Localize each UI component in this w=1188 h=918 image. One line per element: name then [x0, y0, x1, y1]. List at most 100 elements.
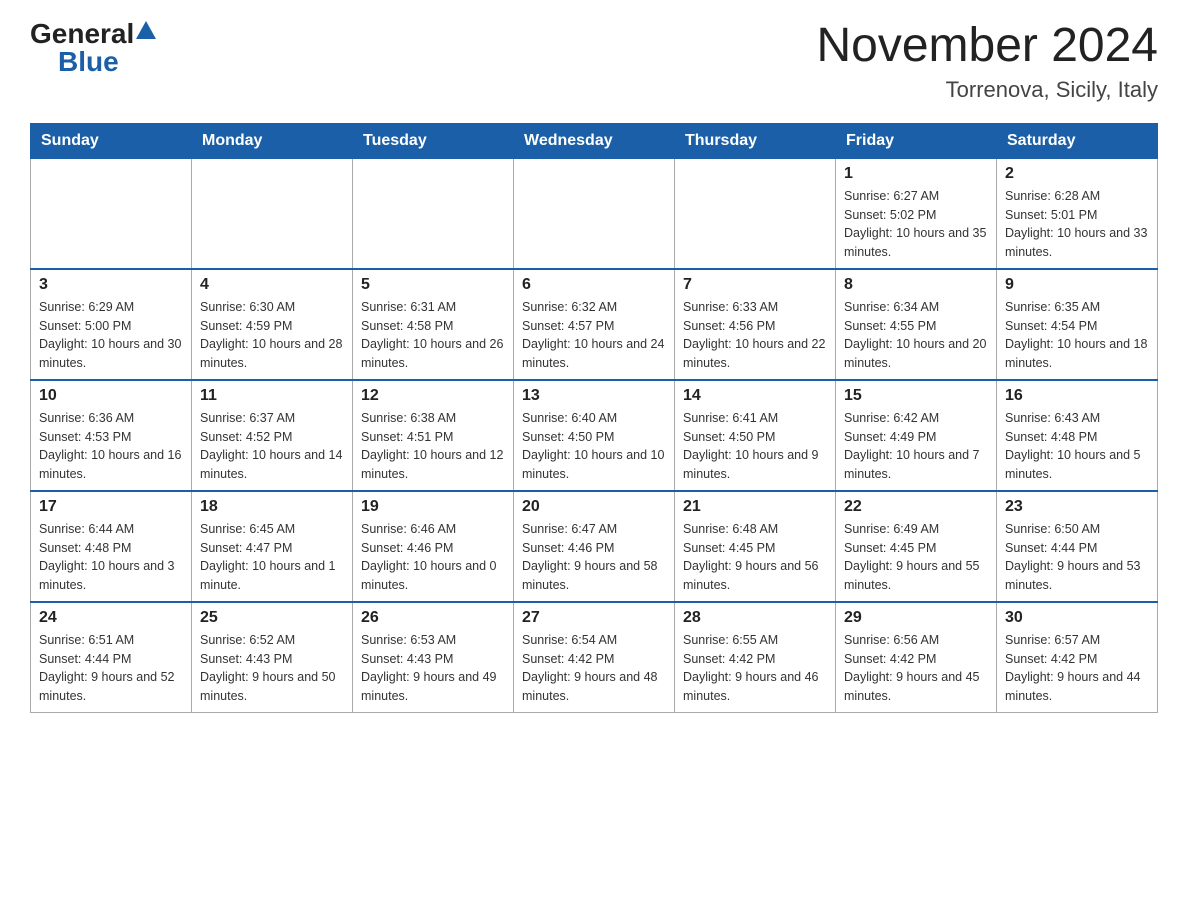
logo: General Blue	[30, 20, 156, 76]
location: Torrenova, Sicily, Italy	[816, 77, 1158, 103]
day-info: Sunrise: 6:27 AM Sunset: 5:02 PM Dayligh…	[844, 187, 988, 262]
day-info: Sunrise: 6:56 AM Sunset: 4:42 PM Dayligh…	[844, 631, 988, 706]
calendar-cell: 7 Sunrise: 6:33 AM Sunset: 4:56 PM Daylig…	[675, 269, 836, 380]
calendar-cell	[31, 158, 192, 269]
day-info: Sunrise: 6:51 AM Sunset: 4:44 PM Dayligh…	[39, 631, 183, 706]
col-header-monday: Monday	[192, 123, 353, 158]
calendar-week-row: 17 Sunrise: 6:44 AM Sunset: 4:48 PM Dayli…	[31, 491, 1158, 602]
calendar-cell: 17 Sunrise: 6:44 AM Sunset: 4:48 PM Dayli…	[31, 491, 192, 602]
calendar-cell: 11 Sunrise: 6:37 AM Sunset: 4:52 PM Dayli…	[192, 380, 353, 491]
day-number: 3	[39, 276, 183, 294]
day-number: 1	[844, 165, 988, 183]
day-info: Sunrise: 6:44 AM Sunset: 4:48 PM Dayligh…	[39, 520, 183, 595]
day-number: 2	[1005, 165, 1149, 183]
calendar-week-row: 10 Sunrise: 6:36 AM Sunset: 4:53 PM Dayli…	[31, 380, 1158, 491]
day-info: Sunrise: 6:57 AM Sunset: 4:42 PM Dayligh…	[1005, 631, 1149, 706]
day-number: 8	[844, 276, 988, 294]
day-number: 19	[361, 498, 505, 516]
calendar-cell: 22 Sunrise: 6:49 AM Sunset: 4:45 PM Dayli…	[836, 491, 997, 602]
day-info: Sunrise: 6:48 AM Sunset: 4:45 PM Dayligh…	[683, 520, 827, 595]
day-info: Sunrise: 6:35 AM Sunset: 4:54 PM Dayligh…	[1005, 298, 1149, 373]
calendar-cell: 16 Sunrise: 6:43 AM Sunset: 4:48 PM Dayli…	[997, 380, 1158, 491]
calendar-cell: 3 Sunrise: 6:29 AM Sunset: 5:00 PM Daylig…	[31, 269, 192, 380]
calendar-cell: 18 Sunrise: 6:45 AM Sunset: 4:47 PM Dayli…	[192, 491, 353, 602]
day-info: Sunrise: 6:29 AM Sunset: 5:00 PM Dayligh…	[39, 298, 183, 373]
day-info: Sunrise: 6:42 AM Sunset: 4:49 PM Dayligh…	[844, 409, 988, 484]
calendar-cell: 20 Sunrise: 6:47 AM Sunset: 4:46 PM Dayli…	[514, 491, 675, 602]
day-number: 28	[683, 609, 827, 627]
day-info: Sunrise: 6:43 AM Sunset: 4:48 PM Dayligh…	[1005, 409, 1149, 484]
calendar-cell: 9 Sunrise: 6:35 AM Sunset: 4:54 PM Daylig…	[997, 269, 1158, 380]
calendar-cell: 2 Sunrise: 6:28 AM Sunset: 5:01 PM Daylig…	[997, 158, 1158, 269]
calendar-cell: 6 Sunrise: 6:32 AM Sunset: 4:57 PM Daylig…	[514, 269, 675, 380]
col-header-tuesday: Tuesday	[353, 123, 514, 158]
logo-general-text: General	[30, 20, 134, 48]
day-number: 27	[522, 609, 666, 627]
calendar-cell: 28Sunrise: 6:55 AM Sunset: 4:42 PM Dayli…	[675, 602, 836, 713]
day-number: 24	[39, 609, 183, 627]
day-number: 9	[1005, 276, 1149, 294]
day-number: 20	[522, 498, 666, 516]
calendar-cell: 1 Sunrise: 6:27 AM Sunset: 5:02 PM Daylig…	[836, 158, 997, 269]
day-number: 23	[1005, 498, 1149, 516]
title-block: November 2024 Torrenova, Sicily, Italy	[816, 20, 1158, 103]
day-number: 25	[200, 609, 344, 627]
calendar-cell	[514, 158, 675, 269]
calendar-cell: 25Sunrise: 6:52 AM Sunset: 4:43 PM Dayli…	[192, 602, 353, 713]
day-number: 12	[361, 387, 505, 405]
day-number: 16	[1005, 387, 1149, 405]
calendar-table: SundayMondayTuesdayWednesdayThursdayFrid…	[30, 123, 1158, 713]
day-number: 21	[683, 498, 827, 516]
col-header-sunday: Sunday	[31, 123, 192, 158]
calendar-week-row: 3 Sunrise: 6:29 AM Sunset: 5:00 PM Daylig…	[31, 269, 1158, 380]
day-info: Sunrise: 6:36 AM Sunset: 4:53 PM Dayligh…	[39, 409, 183, 484]
calendar-week-row: 1 Sunrise: 6:27 AM Sunset: 5:02 PM Daylig…	[31, 158, 1158, 269]
day-info: Sunrise: 6:33 AM Sunset: 4:56 PM Dayligh…	[683, 298, 827, 373]
day-info: Sunrise: 6:41 AM Sunset: 4:50 PM Dayligh…	[683, 409, 827, 484]
calendar-cell: 27 Sunrise: 6:54 AM Sunset: 4:42 PM Dayli…	[514, 602, 675, 713]
day-info: Sunrise: 6:34 AM Sunset: 4:55 PM Dayligh…	[844, 298, 988, 373]
col-header-wednesday: Wednesday	[514, 123, 675, 158]
day-info: Sunrise: 6:54 AM Sunset: 4:42 PM Dayligh…	[522, 631, 666, 706]
calendar-cell: 14Sunrise: 6:41 AM Sunset: 4:50 PM Dayli…	[675, 380, 836, 491]
calendar-cell: 23 Sunrise: 6:50 AM Sunset: 4:44 PM Dayli…	[997, 491, 1158, 602]
page-header: General Blue November 2024 Torrenova, Si…	[30, 20, 1158, 103]
day-info: Sunrise: 6:28 AM Sunset: 5:01 PM Dayligh…	[1005, 187, 1149, 262]
day-info: Sunrise: 6:50 AM Sunset: 4:44 PM Dayligh…	[1005, 520, 1149, 595]
day-number: 15	[844, 387, 988, 405]
day-number: 10	[39, 387, 183, 405]
day-number: 11	[200, 387, 344, 405]
col-header-saturday: Saturday	[997, 123, 1158, 158]
day-number: 5	[361, 276, 505, 294]
calendar-cell: 5Sunrise: 6:31 AM Sunset: 4:58 PM Daylig…	[353, 269, 514, 380]
day-info: Sunrise: 6:37 AM Sunset: 4:52 PM Dayligh…	[200, 409, 344, 484]
day-number: 18	[200, 498, 344, 516]
calendar-cell: 29 Sunrise: 6:56 AM Sunset: 4:42 PM Dayli…	[836, 602, 997, 713]
calendar-week-row: 24 Sunrise: 6:51 AM Sunset: 4:44 PM Dayli…	[31, 602, 1158, 713]
day-number: 13	[522, 387, 666, 405]
calendar-cell: 19Sunrise: 6:46 AM Sunset: 4:46 PM Dayli…	[353, 491, 514, 602]
day-number: 29	[844, 609, 988, 627]
calendar-cell	[675, 158, 836, 269]
day-info: Sunrise: 6:38 AM Sunset: 4:51 PM Dayligh…	[361, 409, 505, 484]
day-number: 4	[200, 276, 344, 294]
calendar-cell: 8 Sunrise: 6:34 AM Sunset: 4:55 PM Daylig…	[836, 269, 997, 380]
month-title: November 2024	[816, 20, 1158, 73]
day-number: 17	[39, 498, 183, 516]
day-number: 7	[683, 276, 827, 294]
calendar-cell: 24 Sunrise: 6:51 AM Sunset: 4:44 PM Dayli…	[31, 602, 192, 713]
day-info: Sunrise: 6:53 AM Sunset: 4:43 PM Dayligh…	[361, 631, 505, 706]
day-number: 6	[522, 276, 666, 294]
day-info: Sunrise: 6:32 AM Sunset: 4:57 PM Dayligh…	[522, 298, 666, 373]
calendar-cell: 30Sunrise: 6:57 AM Sunset: 4:42 PM Dayli…	[997, 602, 1158, 713]
day-number: 26	[361, 609, 505, 627]
day-info: Sunrise: 6:45 AM Sunset: 4:47 PM Dayligh…	[200, 520, 344, 595]
calendar-cell: 15 Sunrise: 6:42 AM Sunset: 4:49 PM Dayli…	[836, 380, 997, 491]
calendar-cell: 4Sunrise: 6:30 AM Sunset: 4:59 PM Daylig…	[192, 269, 353, 380]
col-header-thursday: Thursday	[675, 123, 836, 158]
day-info: Sunrise: 6:49 AM Sunset: 4:45 PM Dayligh…	[844, 520, 988, 595]
day-number: 22	[844, 498, 988, 516]
calendar-cell: 26 Sunrise: 6:53 AM Sunset: 4:43 PM Dayli…	[353, 602, 514, 713]
calendar-cell: 10 Sunrise: 6:36 AM Sunset: 4:53 PM Dayli…	[31, 380, 192, 491]
day-info: Sunrise: 6:47 AM Sunset: 4:46 PM Dayligh…	[522, 520, 666, 595]
